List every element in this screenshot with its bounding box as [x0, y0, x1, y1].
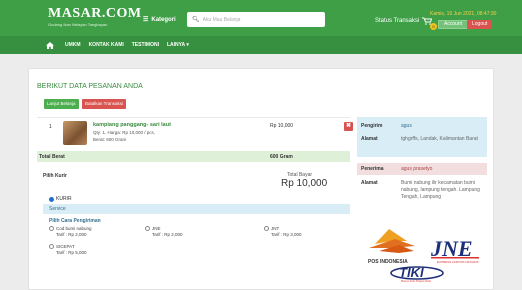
page-title: BERIKUT DATA PESANAN ANDA — [37, 83, 143, 90]
top-header: MASAR.COM Gudang Ikan Nelayan Tangkapan … — [0, 0, 522, 36]
kategori-label: Kategori — [151, 16, 176, 23]
pos-indonesia-logo: POS INDONESIA — [368, 229, 415, 265]
order-item-row: 1 kampiang panggang- sari laut Qty: 1, H… — [37, 117, 353, 152]
shipping-tarif: Tarif : Rp 3,000 — [271, 232, 302, 237]
status-transaksi-link[interactable]: Status Transaksi — [375, 18, 419, 24]
nav-item-kontak[interactable]: KONTAK KAMI — [89, 42, 124, 48]
item-number: 1 — [49, 124, 52, 130]
kurir-option-label: KURIR — [56, 196, 72, 202]
penerima-alamat-value: Bumi nabung ilir kecamatan bumi nabung, … — [401, 180, 480, 200]
main-nav: UMKM KONTAK KAMI TESTIMONI LAINYA ▾ — [0, 36, 522, 54]
tiki-logo: TIKI Hanya Satu Titipan Kilat — [390, 265, 444, 283]
radio-dot[interactable] — [49, 244, 54, 249]
total-berat-label: Total Berat — [39, 154, 65, 160]
header-right: Status Transaksi Kamis, 10 Jun 2021, 08:… — [375, 10, 522, 32]
cart-count-badge: 0 — [430, 23, 437, 30]
logout-button[interactable]: Logout — [467, 20, 493, 29]
pengirim-alamat-label: Alamat — [361, 136, 378, 142]
account-button[interactable]: Account — [438, 20, 469, 29]
item-berat: Berat: 600 Gram — [93, 137, 127, 142]
tiki-tagline: Hanya Satu Titipan Kilat — [400, 279, 431, 283]
search-input[interactable] — [202, 16, 323, 23]
radio-dot[interactable] — [49, 226, 54, 231]
brand-logo[interactable]: MASAR.COM Gudang Ikan Nelayan Tangkapan — [48, 6, 142, 28]
penerima-value: agus prasetyo — [401, 166, 433, 172]
item-qty: Qty: 1, Harga: Rp 10,000 / pcs, — [93, 130, 156, 135]
penerima-label: Penerima — [361, 166, 384, 172]
shipping-tarif: Tarif : Rp 5,000 — [56, 250, 87, 255]
kurir-radio-dot[interactable] — [49, 196, 54, 202]
total-bayar-value: Rp 10,000 — [281, 178, 328, 189]
pilih-cara-label: Pilih Cara Pengiriman — [49, 218, 101, 224]
total-berat-row: Total Berat 600 Gram — [37, 151, 350, 162]
shipping-tarif: Tarif : Rp 2,000 — [152, 232, 183, 237]
item-name-link[interactable]: kampiang panggang- sari laut — [93, 122, 171, 128]
total-berat-value: 600 Gram — [270, 154, 293, 160]
order-panel: BERIKUT DATA PESANAN ANDA Lanjut Belanja… — [28, 68, 494, 290]
jne-tagline: EXPRESS ACROSS NATIONS — [437, 260, 478, 264]
search-icon[interactable]: 🔍︎ — [192, 16, 200, 23]
shipping-option-jnt[interactable]: JNT Tarif : Rp 3,000 — [264, 226, 302, 237]
shipping-option-jne[interactable]: JNE Tarif : Rp 2,000 — [145, 226, 183, 237]
batalkan-transaksi-button[interactable]: Batalkan Transaksi — [82, 99, 127, 109]
penerima-box: Penerima agus prasetyo Alamat Bumi nabun… — [357, 163, 487, 224]
courier-logos: POS INDONESIA JNE EXPRESS ACROSS NATIONS… — [359, 219, 487, 283]
item-thumbnail — [63, 121, 87, 145]
kurir-radio[interactable]: KURIR — [49, 196, 72, 202]
nav-item-umkm[interactable]: UMKM — [65, 42, 81, 48]
delete-item-button[interactable]: ✖ — [344, 122, 353, 131]
kategori-button[interactable]: ☰ Kategori — [143, 16, 176, 24]
courier-logos-art: POS INDONESIA JNE EXPRESS ACROSS NATIONS… — [368, 229, 479, 283]
tiki-logo-text: TIKI — [399, 265, 424, 280]
item-price: Rp 10,000 — [270, 123, 294, 129]
shipping-name: SICEPAT — [56, 244, 75, 249]
radio-dot[interactable] — [145, 226, 150, 231]
lanjut-belanja-button[interactable]: Lanjut Belanja — [44, 99, 79, 109]
nav-item-testimoni[interactable]: TESTIMONI — [132, 42, 159, 48]
search-box: 🔍︎ — [187, 12, 325, 27]
pengirim-value: agus — [401, 123, 412, 129]
shipping-name: JNE — [152, 226, 161, 231]
penerima-alamat-label: Alamat — [361, 180, 378, 186]
shipping-option-sicepat[interactable]: SICEPAT Tarif : Rp 5,000 — [49, 244, 87, 255]
pengirim-label: Pengirim — [361, 123, 383, 129]
shipping-name: Cod bumi nabung — [56, 226, 92, 231]
datetime-text: Kamis, 10 Jun 2021, 08:47:30 — [430, 11, 497, 17]
shipping-name: JNT — [271, 226, 280, 231]
brand-title: MASAR.COM — [48, 6, 142, 21]
pengirim-box: Pengirim agus Alamat tghgrffs, Landak, K… — [357, 117, 487, 157]
home-icon[interactable] — [46, 41, 54, 49]
pilih-kurir-label: Pilih Kurir — [43, 173, 67, 179]
jne-logo: JNE EXPRESS ACROSS NATIONS — [430, 236, 479, 264]
shipping-option-cod[interactable]: Cod bumi nabung Tarif : Rp 2,000 — [49, 226, 92, 237]
menu-icon: ☰ — [143, 17, 149, 23]
radio-dot[interactable] — [264, 226, 269, 231]
service-bar: Service — [43, 204, 350, 214]
shipping-tarif: Tarif : Rp 2,000 — [56, 232, 87, 237]
nav-item-lainya[interactable]: LAINYA ▾ — [167, 42, 189, 48]
brand-tagline: Gudang Ikan Nelayan Tangkapan — [48, 22, 108, 27]
pengirim-alamat-value: tghgrffs, Landak, Kalimantan Barat — [401, 136, 478, 142]
